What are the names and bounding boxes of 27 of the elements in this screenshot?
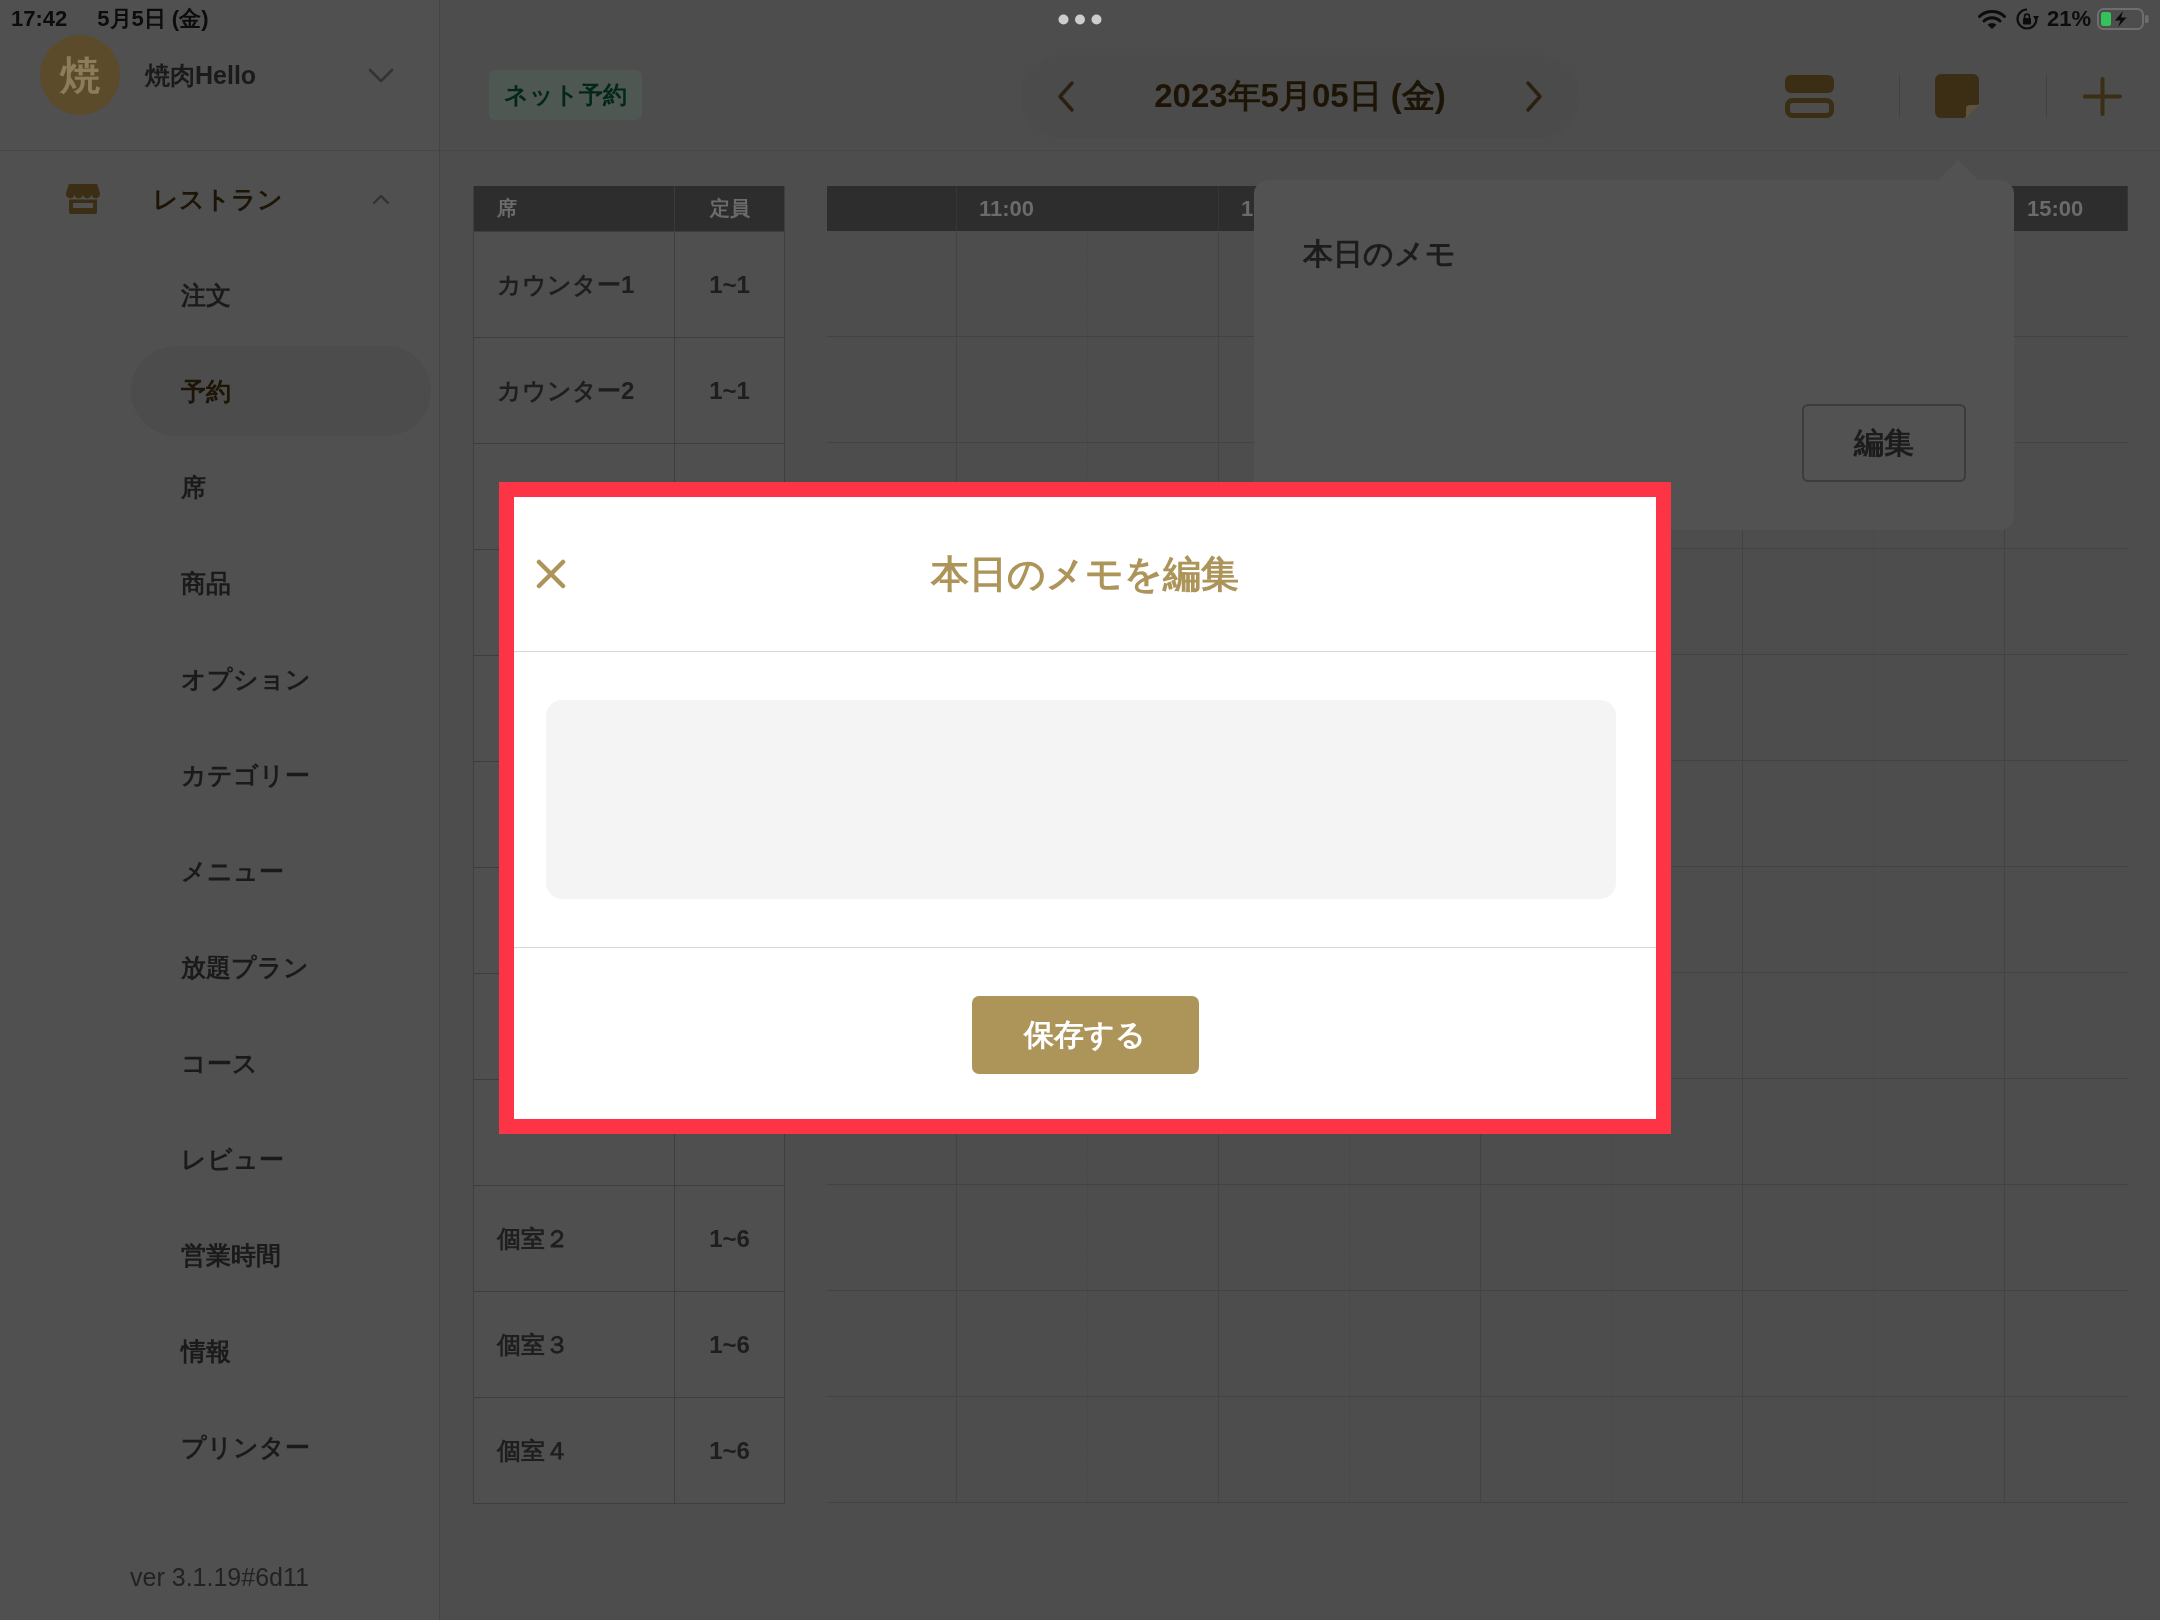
rotation-lock-icon [2015,8,2039,30]
more-dots-icon[interactable] [1058,13,1102,25]
column-header: 定員 [709,196,750,221]
battery-charging-icon [2097,8,2149,30]
battery-percent: 21% [2046,6,2091,32]
time-label: 15:00 [2027,195,2084,222]
time-label: 11:00 [979,195,1035,222]
status-time: 17:42 [11,6,68,32]
chevron-right-icon[interactable] [1525,79,1543,113]
sidebar-item[interactable]: 予約 [131,346,431,436]
wifi-icon [1977,8,2006,30]
dialog-title: 本日のメモを編集 [931,551,1239,597]
layout-rows-icon[interactable] [1785,74,1834,118]
status-date: 5月5日 (金) [97,6,209,32]
store-icon [65,183,101,215]
chevron-left-icon[interactable] [1057,79,1075,113]
close-icon[interactable] [536,559,566,589]
chevron-down-icon[interactable] [368,67,394,83]
time-label: 1 [1241,195,1254,222]
current-date: 2023年5月05日 (金) [1154,75,1446,116]
plus-icon[interactable] [2083,76,2122,116]
chevron-up-icon[interactable] [372,193,390,205]
column-header: 席 [497,196,517,221]
section-label[interactable]: レストラン [153,182,283,216]
save-button[interactable]: 保存する [971,996,1199,1074]
note-icon[interactable] [1935,74,1979,118]
net-reservation-badge[interactable]: ネット予約 [489,70,642,120]
